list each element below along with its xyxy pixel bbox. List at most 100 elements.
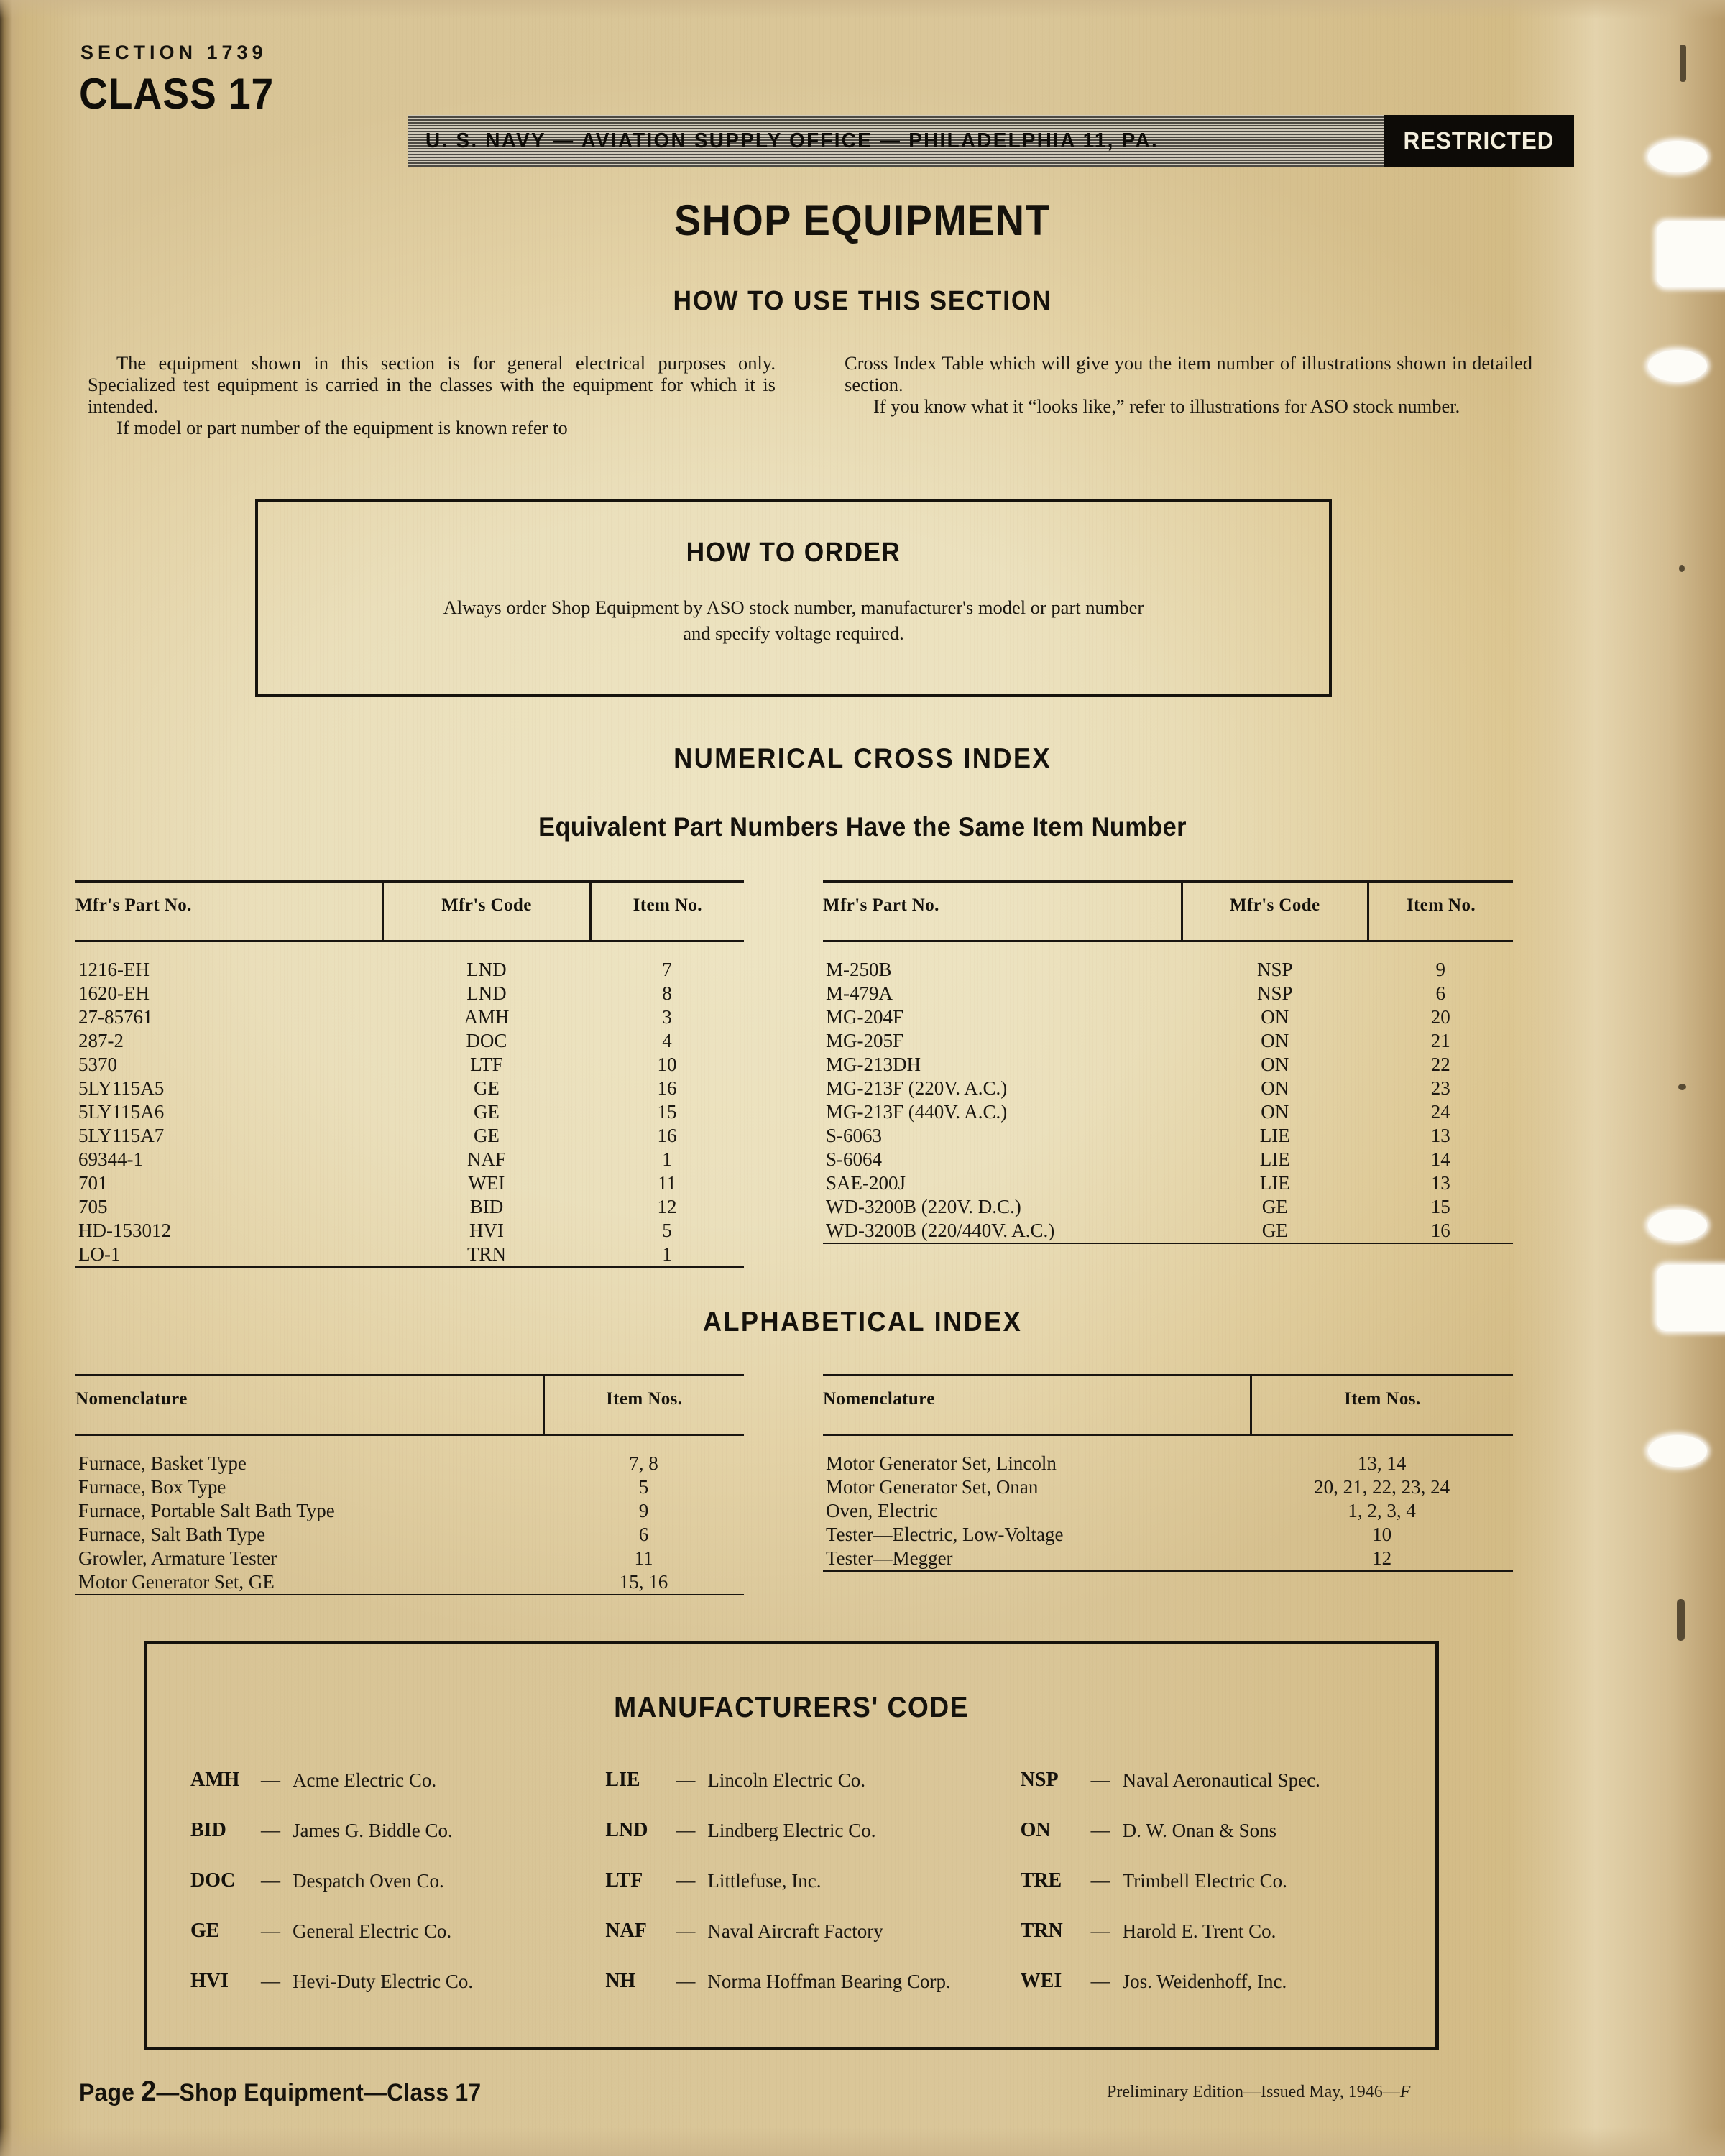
cell-nomenclature: Motor Generator Set, Onan [826,1476,1039,1498]
cell-nomenclature: Tester—Megger [826,1547,953,1569]
cell-item-no: 24 [1430,1101,1450,1123]
cell-item-nos: 6 [638,1524,649,1545]
cell-item-nos: 7, 8 [629,1452,658,1474]
manufacturer-entry: LND — Lindberg Electric Co. [605,1819,1020,1842]
column-header-nomenclature: Nomenclature [823,1389,935,1409]
column-header-item-no: Item No. [1366,881,1513,941]
table-row: S-6063 LIE 13 [823,1124,1513,1148]
manufacturers-code-box: MANUFACTURERS' CODE AMH — Acme Electric Co… [144,1641,1439,2050]
cell-code: DOC [466,1030,507,1051]
cell-part-no: 701 [78,1172,108,1194]
manufacturer-name: Hevi-Duty Electric Co. [293,1971,474,1992]
cell-code: NSP [1257,959,1293,980]
how-to-order-body: Always order Shop Equipment by ASO stock… [443,596,1144,644]
cell-code: TRN [466,1243,506,1265]
manufacturer-entry: TRN — Harold E. Trent Co. [1021,1920,1435,1943]
table-row: M-250B NSP 9 [823,941,1513,982]
column-header-part-no: Mfr's Part No. [823,895,939,915]
manufacturer-name: Norma Hoffman Bearing Corp. [707,1971,951,1992]
manufacturer-code: TRN [1020,1920,1063,1942]
cell-item-no: 23 [1430,1077,1450,1099]
table-row: Furnace, Portable Salt Bath Type 9 [75,1499,744,1523]
cell-part-no: M-250B [826,959,892,980]
manufacturers-column-2: LIE — Lincoln Electric Co. LND — Lindberg Ele… [605,1769,1020,2020]
table-row: MG-213DH ON 22 [823,1053,1513,1077]
manufacturer-dash: — [676,1769,696,1790]
intro-section: The equipment shown in this section is f… [88,352,1532,438]
manufacturer-entry: LIE — Lincoln Electric Co. [605,1769,1020,1792]
cell-code: NAF [466,1148,506,1170]
manufacturer-entry: GE — General Electric Co. [190,1920,605,1943]
how-to-order-heading: HOW TO ORDER [686,538,901,568]
rule [823,1570,1513,1588]
manufacturer-entry: AMH — Acme Electric Co. [190,1769,605,1792]
cell-part-no: S-6064 [826,1148,883,1170]
cell-part-no: MG-213F (220V. A.C.) [826,1077,1008,1099]
alpha-index-table-left: Nomenclature Item Nos. Furnace, Basket T… [75,1374,744,1611]
manufacturer-entry: TRE — Trimbell Electric Co. [1021,1869,1435,1892]
table-row: Oven, Electric 1, 2, 3, 4 [823,1499,1513,1523]
cell-part-no: M-479A [826,982,893,1004]
manufacturer-dash: — [1090,1970,1110,1991]
cell-item-no: 11 [658,1172,677,1194]
manufacturer-entry: LTF — Littlefuse, Inc. [605,1869,1020,1892]
table-bottom-rule [75,1266,744,1284]
cell-part-no: 27-85761 [78,1006,153,1028]
cell-item-no: 9 [1435,959,1445,980]
cell-code: LIE [1259,1172,1290,1194]
cell-item-nos: 20, 21, 22, 23, 24 [1314,1476,1450,1498]
table-row: Tester—Electric, Low-Voltage 10 [823,1523,1513,1547]
cell-nomenclature: Furnace, Box Type [78,1476,226,1498]
footer-edition-mark: F [1399,2083,1411,2101]
manufacturer-code: BID [190,1819,226,1841]
navy-banner: U. S. NAVY — AVIATION SUPPLY OFFICE — PH… [408,115,1574,167]
table-row: M-479A NSP 6 [823,982,1513,1005]
intro-column-right: Cross Index Table which will give you th… [845,352,1532,438]
manufacturer-entry: WEI — Jos. Weidenhoff, Inc. [1021,1970,1435,1993]
manufacturer-dash: — [261,1769,280,1790]
cell-code: LTF [470,1054,503,1075]
cell-part-no: S-6063 [826,1125,883,1146]
table-row: Tester—Megger 12 [823,1547,1513,1571]
cell-nomenclature: Furnace, Salt Bath Type [78,1524,266,1545]
intro-paragraph: Cross Index Table which will give you th… [845,352,1532,395]
footer-page-number: 2 [141,2076,157,2107]
manufacturer-dash: — [676,1819,696,1841]
cell-item-no: 1 [662,1243,672,1265]
cell-part-no: MG-204F [826,1006,904,1028]
cell-code: LIE [1259,1125,1290,1146]
page-header: SECTION 1739 CLASS 17 U. S. NAVY — AVIAT… [79,42,1574,167]
cell-code: AMH [464,1006,510,1028]
cell-code: LND [466,982,507,1004]
manufacturer-name: Lincoln Electric Co. [707,1769,866,1791]
manufacturer-dash: — [676,1970,696,1991]
table-row: 5LY115A7 GE 16 [75,1124,744,1148]
manufacturer-code: NH [605,1970,636,1992]
manufacturer-code: NAF [605,1920,647,1942]
manufacturer-code: DOC [190,1869,236,1892]
cell-item-nos: 15, 16 [619,1571,668,1593]
table-row: Motor Generator Set, Lincoln 13, 14 [823,1435,1513,1476]
manufacturer-code: AMH [190,1769,240,1791]
cell-item-no: 10 [657,1054,677,1075]
cell-code: GE [1261,1220,1288,1241]
cell-part-no: 69344-1 [78,1148,143,1170]
column-header-part-no: Mfr's Part No. [75,895,192,915]
cell-part-no: WD-3200B (220V. D.C.) [826,1196,1021,1217]
cell-item-no: 13 [1430,1172,1450,1194]
table-row: 705 BID 12 [75,1195,744,1219]
cross-index-table-left: Mfr's Part No. Mfr's Code Item No. 1216-… [75,880,744,1284]
table-row: Growler, Armature Tester 11 [75,1547,744,1570]
cell-item-nos: 5 [638,1476,649,1498]
manufacturer-entry: NH — Norma Hoffman Bearing Corp. [605,1970,1020,1993]
table-row: Motor Generator Set, GE 15, 16 [75,1570,744,1595]
manufacturer-code: LIE [605,1769,640,1791]
page-title: SHOP EQUIPMENT [674,196,1051,244]
table-row: WD-3200B (220V. D.C.) GE 15 [823,1195,1513,1219]
manufacturer-code: HVI [190,1970,229,1992]
manufacturer-name: General Electric Co. [293,1920,452,1942]
manufacturer-entry: ON — D. W. Onan & Sons [1021,1819,1435,1842]
table-row: MG-213F (440V. A.C.) ON 24 [823,1100,1513,1124]
cell-item-no: 21 [1430,1030,1450,1051]
manufacturer-name: Naval Aeronautical Spec. [1122,1769,1320,1791]
